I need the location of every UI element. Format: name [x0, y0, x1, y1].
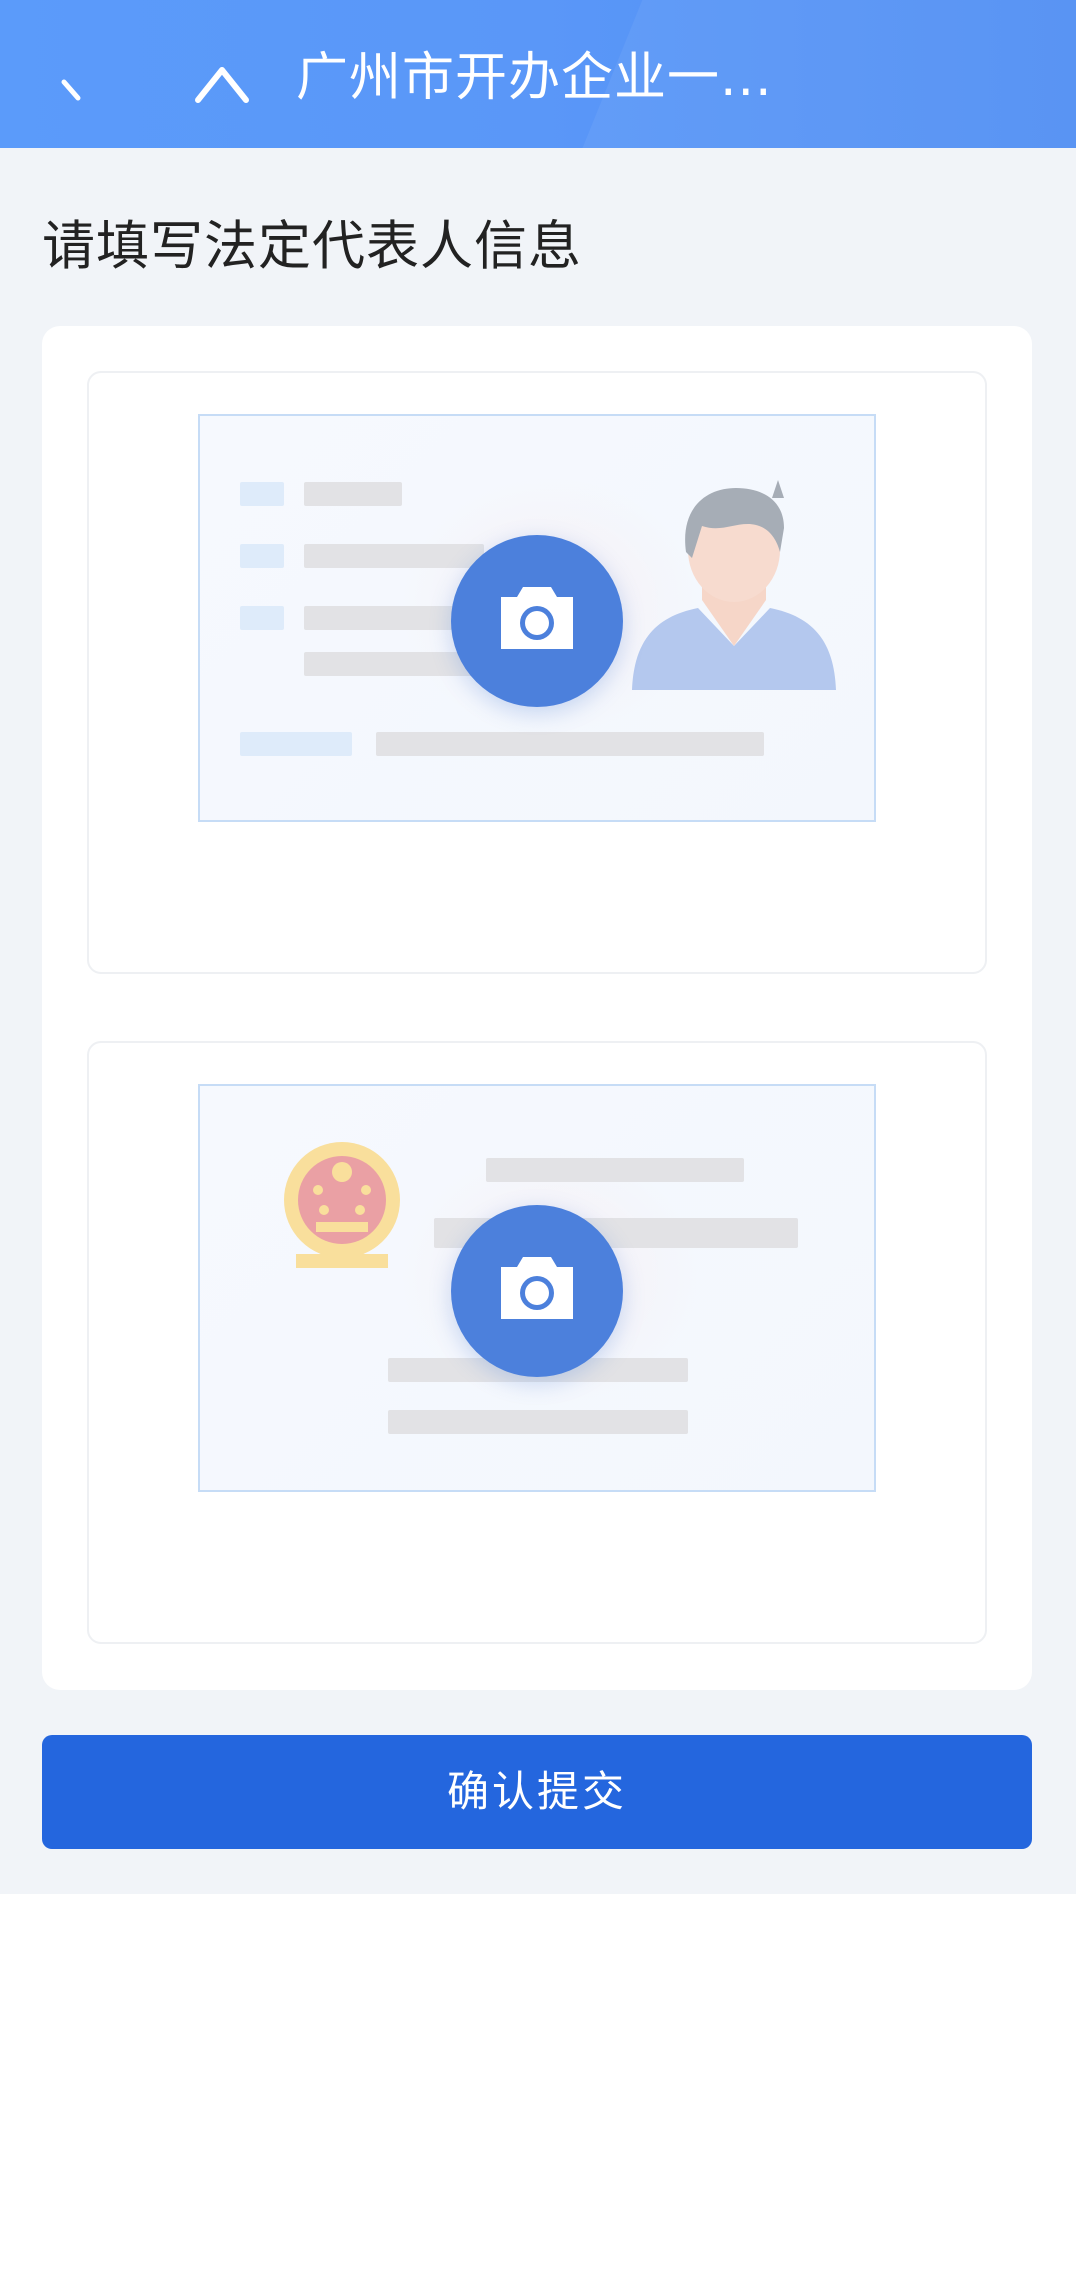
app-header: 广州市开办企业一... — [0, 0, 1076, 148]
close-icon — [195, 67, 249, 103]
confirm-submit-button[interactable]: 确认提交 — [42, 1735, 1032, 1849]
placeholder-line — [240, 482, 284, 506]
id-card-back-upload[interactable] — [87, 1041, 987, 1644]
page-title: 请填写法定代表人信息 — [42, 216, 582, 277]
camera-icon — [501, 587, 573, 649]
placeholder-line — [304, 482, 402, 506]
close-button[interactable] — [190, 52, 254, 112]
camera-button[interactable] — [451, 535, 623, 707]
placeholder-line — [304, 652, 484, 676]
portrait-icon — [632, 480, 836, 690]
placeholder-line — [304, 544, 484, 568]
placeholder-line — [240, 732, 352, 756]
id-card-front-placeholder — [198, 414, 876, 822]
camera-icon — [501, 1257, 573, 1319]
camera-button[interactable] — [451, 1205, 623, 1377]
id-card-front-upload[interactable] — [87, 371, 987, 974]
national-emblem-icon — [284, 1142, 400, 1268]
back-button[interactable] — [50, 62, 110, 122]
upload-panel — [42, 326, 1032, 1690]
id-card-back-placeholder — [198, 1084, 876, 1492]
placeholder-line — [486, 1158, 744, 1182]
chevron-left-icon — [61, 79, 81, 101]
header-title: 广州市开办企业一... — [296, 48, 773, 108]
placeholder-line — [240, 544, 284, 568]
page-content: 请填写法定代表人信息 确认提交 — [0, 148, 1076, 1894]
placeholder-line — [388, 1410, 688, 1434]
placeholder-line — [240, 606, 284, 630]
placeholder-line — [376, 732, 764, 756]
